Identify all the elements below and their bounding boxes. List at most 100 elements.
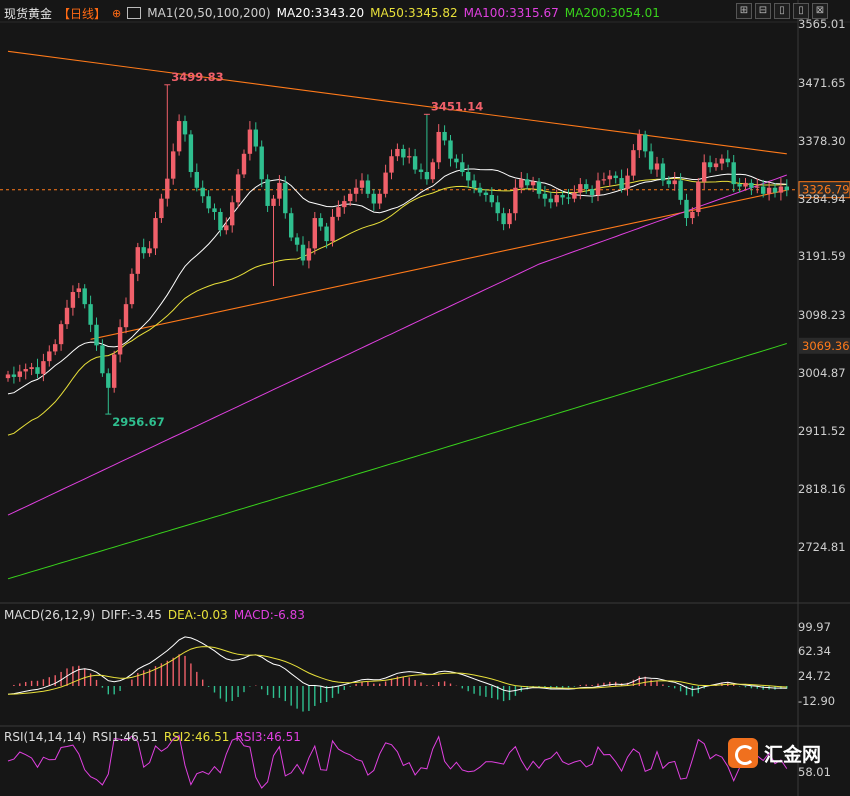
- candle-body: [277, 182, 282, 199]
- candle-body: [241, 153, 247, 175]
- price-annotation: 2956.67: [112, 415, 164, 429]
- candle-body: [513, 187, 518, 214]
- candle-body: [430, 162, 435, 180]
- candle-body: [58, 324, 64, 345]
- price-annotation: 3499.83: [171, 70, 223, 84]
- candle-body: [294, 237, 300, 245]
- candle-body: [589, 188, 595, 196]
- candle-body: [401, 148, 406, 158]
- candle-body: [230, 202, 235, 226]
- add-indicator-icon[interactable]: ⊕: [112, 7, 121, 20]
- candle-body: [448, 140, 453, 159]
- candle-body: [300, 244, 306, 261]
- candle-body: [289, 213, 294, 238]
- candle-body: [755, 186, 760, 188]
- symbol-name[interactable]: 现货黄金: [4, 5, 52, 22]
- ma200-tag-value: 3069.36: [802, 339, 850, 353]
- macd-tick: 24.72: [798, 669, 831, 683]
- candle-body: [53, 344, 58, 352]
- candle-body: [342, 201, 347, 208]
- candle-body: [35, 367, 40, 374]
- candle-body: [265, 179, 270, 206]
- candle-body: [271, 198, 276, 206]
- candle-body: [784, 186, 789, 191]
- candle-body: [117, 327, 123, 355]
- candle-body: [224, 225, 229, 231]
- candlesticks: [5, 84, 789, 415]
- macd-header: MACD(26,12,9) DIFF:-3.45 DEA:-0.03 MACD:…: [4, 608, 305, 622]
- candle-body: [436, 131, 441, 163]
- candle-body: [100, 345, 105, 374]
- panel-icon[interactable]: ▯: [774, 3, 790, 19]
- candle-body: [371, 193, 376, 204]
- candle-body: [678, 180, 683, 200]
- candle-body: [566, 197, 571, 199]
- candle-body: [548, 198, 553, 203]
- period-label[interactable]: 【日线】: [58, 5, 106, 22]
- candle-body: [495, 202, 500, 214]
- ma200-value: MA200:3054.01: [564, 6, 660, 20]
- candle-body: [696, 181, 701, 212]
- candle-body: [147, 248, 152, 254]
- logo-text: 汇金网: [764, 743, 822, 766]
- candle-body: [82, 288, 87, 305]
- candle-body: [365, 180, 371, 194]
- candle-body: [377, 193, 382, 204]
- candle-body: [713, 163, 719, 168]
- macd-dea-line: [7, 646, 787, 695]
- candle-body: [47, 351, 52, 362]
- candle-body: [171, 151, 176, 179]
- candle-body: [129, 273, 135, 305]
- candle-body: [188, 134, 194, 172]
- candle-body: [501, 213, 506, 225]
- chart-canvas: 3326.793069.36 3499.833451.142956.67: [0, 0, 850, 796]
- price-tick: 3378.30: [798, 134, 846, 148]
- candle-body: [542, 193, 548, 199]
- candle-body: [17, 371, 22, 377]
- price-tick: 3191.59: [798, 249, 846, 263]
- candle-body: [253, 129, 258, 147]
- candle-body: [631, 150, 636, 176]
- candle-body: [595, 180, 601, 196]
- candle-body: [572, 192, 577, 199]
- candle-body: [761, 186, 766, 194]
- candle-body: [141, 247, 146, 254]
- candle-body: [165, 178, 170, 199]
- candle-body: [584, 184, 589, 189]
- price-tick: 2724.81: [798, 540, 846, 554]
- price-tick: 2818.16: [798, 482, 846, 496]
- grid-icon[interactable]: ⊞: [736, 3, 752, 19]
- price-tick: 3471.65: [798, 76, 846, 90]
- macd-panel: [7, 636, 788, 712]
- candle-body: [218, 212, 223, 231]
- candle-body: [112, 354, 117, 388]
- candle-body: [182, 121, 188, 135]
- candle-body: [395, 148, 400, 157]
- rsi1-value: RSI1:46.51: [92, 730, 158, 744]
- candle-body: [660, 163, 666, 181]
- candle-body: [212, 208, 217, 212]
- minimize-icon[interactable]: ⊟: [755, 3, 771, 19]
- candle-body: [312, 218, 317, 249]
- candle-body: [454, 158, 459, 163]
- candle-body: [619, 178, 624, 189]
- candle-body: [536, 181, 542, 194]
- candle-body: [442, 131, 447, 141]
- indicator-icon[interactable]: [127, 7, 142, 19]
- ma100-value: MA100:3315.67: [463, 6, 559, 20]
- candle-body: [383, 172, 388, 194]
- candle-body: [247, 129, 253, 154]
- candle-body: [324, 226, 329, 242]
- candle-body: [530, 181, 536, 186]
- candle-body: [525, 179, 530, 186]
- candle-body: [76, 288, 81, 293]
- candle-body: [778, 186, 784, 193]
- candle-body: [153, 218, 158, 249]
- candle-body: [554, 195, 559, 203]
- candle-body: [690, 212, 695, 219]
- rsi3-value: RSI3:46.51: [235, 730, 301, 744]
- candle-body: [601, 179, 607, 181]
- candle-body: [666, 180, 671, 185]
- macd-tick: 62.34: [798, 644, 831, 658]
- moving-averages: [7, 168, 787, 580]
